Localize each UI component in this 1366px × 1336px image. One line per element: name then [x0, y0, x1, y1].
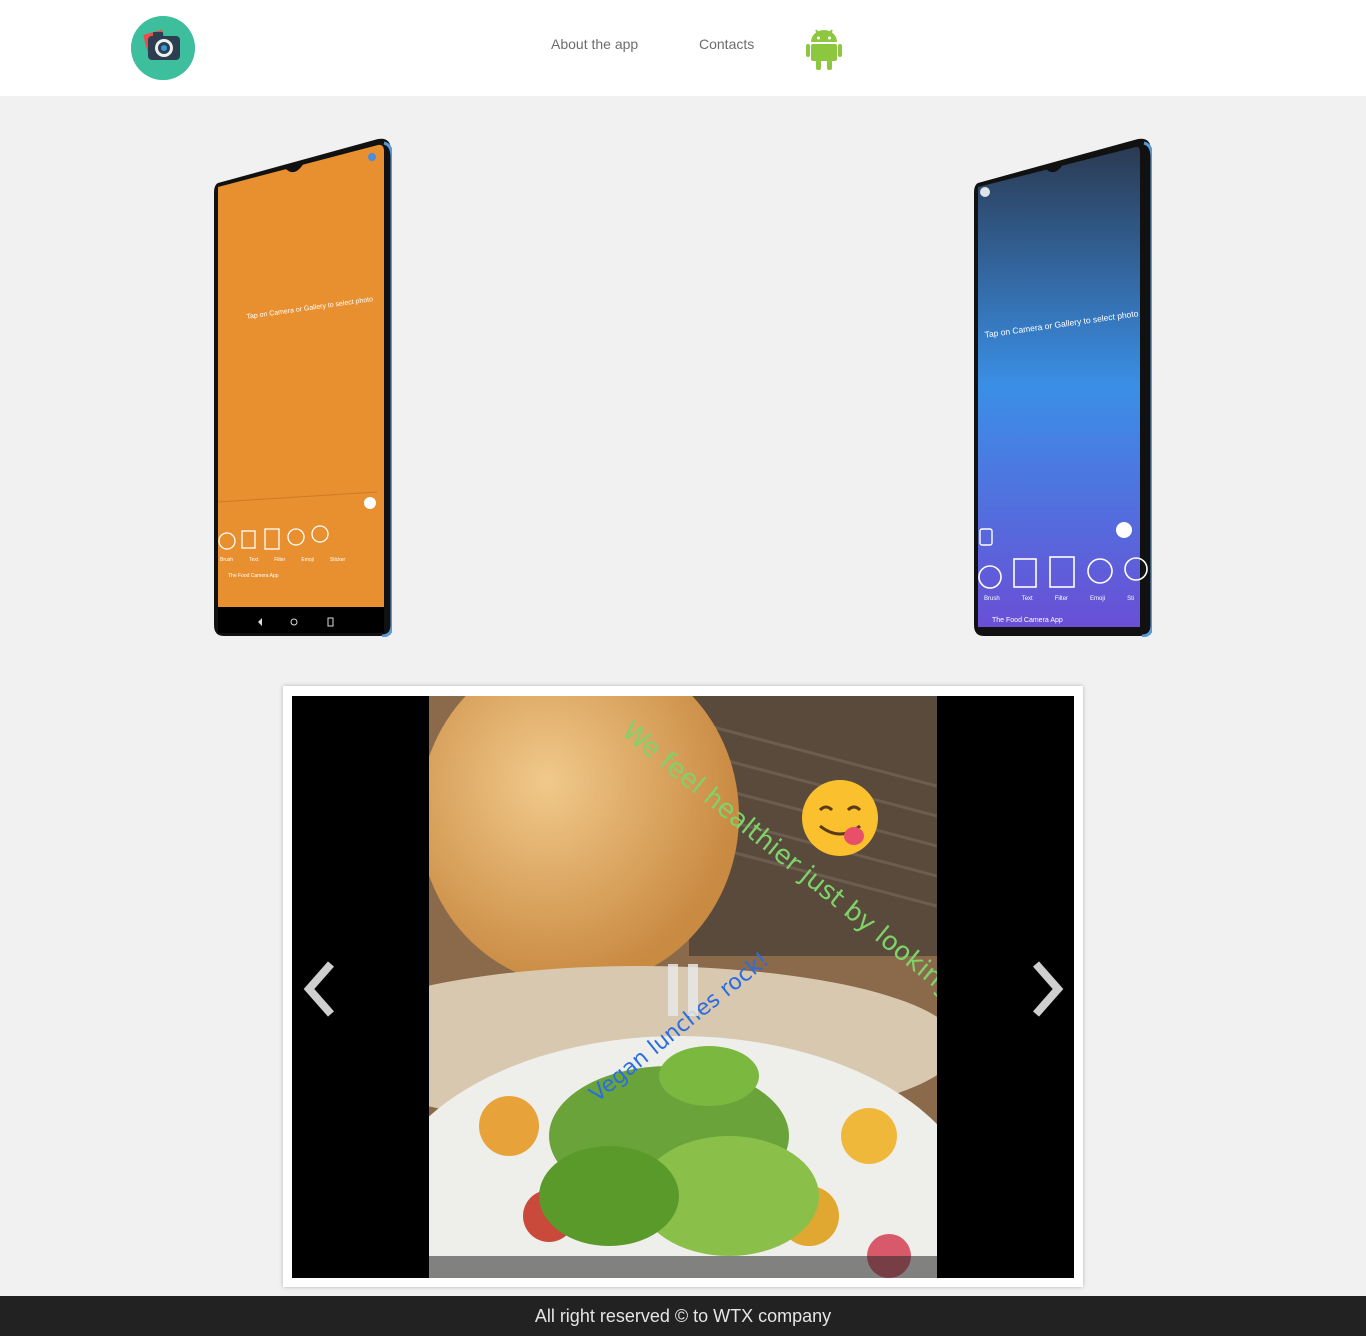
tool-label: Filter — [1054, 596, 1069, 602]
slider-progress-bar — [429, 1256, 937, 1278]
android-icon[interactable] — [806, 26, 842, 70]
tool-label: Brush — [220, 557, 234, 563]
phone-app-name: The Food Camera App — [992, 617, 1063, 624]
nav-about-link[interactable]: About the app — [551, 36, 638, 52]
image-slider-card: We feel healthier just by looking at thi… — [283, 686, 1083, 1287]
tool-label: Brush — [984, 596, 1000, 602]
tool-label: Text — [249, 557, 259, 563]
camera-logo-icon[interactable] — [131, 16, 195, 80]
tool-label: Text — [1021, 596, 1033, 602]
site-header: About the app Contacts — [0, 0, 1366, 96]
tool-label: Emoji — [301, 557, 314, 563]
phone-mockup-right: Tap on Camera or Gallery to select photo… — [972, 137, 1154, 638]
next-slide-arrow-icon[interactable] — [1030, 960, 1064, 1018]
phone-tool-labels: Brush Text Filter Emoji Sticker — [220, 557, 345, 563]
site-footer: All right reserved © to WTX company — [0, 1296, 1366, 1336]
copyright-text: All right reserved © to WTX company — [534, 1306, 832, 1326]
tool-label: Sti — [1127, 596, 1135, 602]
yum-emoji-icon — [798, 776, 882, 860]
prev-slide-arrow-icon[interactable] — [303, 960, 337, 1018]
tool-label: Filter — [274, 557, 286, 563]
tool-label: Sticker — [329, 557, 346, 563]
image-slider[interactable]: We feel healthier just by looking at thi… — [292, 696, 1074, 1278]
phone-app-name: The Food Camera App — [228, 573, 279, 579]
phone-tool-labels: Brush Text Filter Emoji Sti — [984, 596, 1134, 602]
pause-icon[interactable] — [666, 962, 702, 1018]
nav-contacts-link[interactable]: Contacts — [699, 36, 754, 52]
tool-label: Emoji — [1090, 596, 1106, 602]
phone-mockup-left: Tap on Camera or Gallery to select photo… — [212, 137, 394, 638]
